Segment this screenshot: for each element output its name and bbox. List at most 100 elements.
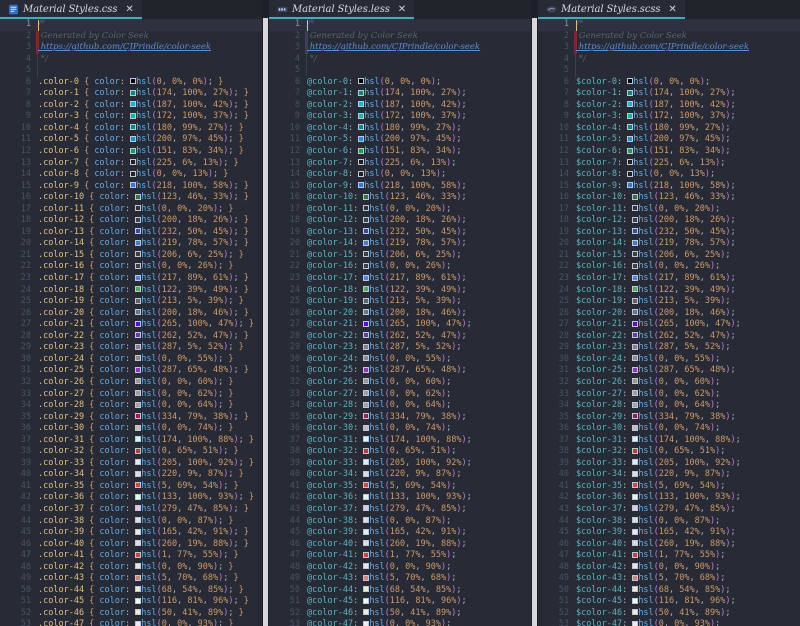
code-line[interactable]: 14 .color-8 { color: hsl(0, 0%, 13%); } — [0, 169, 262, 181]
code-line[interactable]: 15 $color-9: hsl(218, 100%, 58%); — [538, 181, 800, 193]
code-line[interactable]: 29 @color-23: hsl(287, 5%, 52%); — [269, 342, 531, 354]
code-line[interactable]: 38 @color-32: hsl(0, 65%, 51%); — [269, 446, 531, 458]
code-line[interactable]: 42 $color-36: hsl(133, 100%, 93%); — [538, 492, 800, 504]
code-line[interactable]: 21 $color-15: hsl(206, 6%, 25%); — [538, 250, 800, 262]
code-line[interactable]: 45 .color-39 { color: hsl(165, 42%, 91%);… — [0, 527, 262, 539]
code-line[interactable]: 44 $color-38: hsl(0, 0%, 87%); — [538, 516, 800, 528]
code-line[interactable]: 11 $color-5: hsl(200, 97%, 45%); — [538, 134, 800, 146]
code-line[interactable]: 23 @color-17: hsl(217, 89%, 61%); — [269, 273, 531, 285]
code-line[interactable]: 15 @color-9: hsl(218, 100%, 58%); — [269, 181, 531, 193]
code-line[interactable]: 42 .color-36 { color: hsl(133, 100%, 93%)… — [0, 492, 262, 504]
code-line[interactable]: 33 @color-27: hsl(0, 0%, 62%); — [269, 389, 531, 401]
code-line[interactable]: 8 @color-2: hsl(187, 100%, 42%); — [269, 100, 531, 112]
code-line[interactable]: 37 .color-31 { color: hsl(174, 100%, 88%)… — [0, 435, 262, 447]
code-line[interactable]: 24 $color-18: hsl(122, 39%, 49%); — [538, 285, 800, 297]
code-line[interactable]: 49 .color-43 { color: hsl(5, 70%, 68%); } — [0, 573, 262, 585]
code-line[interactable]: 9 @color-3: hsl(172, 100%, 37%); — [269, 111, 531, 123]
code-line[interactable]: 13 $color-7: hsl(225, 6%, 13%); — [538, 158, 800, 170]
code-line[interactable]: 41 @color-35: hsl(5, 69%, 54%); — [269, 481, 531, 493]
code-line[interactable]: 19 $color-13: hsl(232, 50%, 45%); — [538, 227, 800, 239]
code-line[interactable]: 24 .color-18 { color: hsl(122, 39%, 49%);… — [0, 285, 262, 297]
code-line[interactable]: 3 https://github.com/CJPrindle/color-see… — [0, 42, 262, 54]
code-line[interactable]: 5 — [538, 65, 800, 77]
code-line[interactable]: 31 $color-25: hsl(287, 65%, 48%); — [538, 365, 800, 377]
code-line[interactable]: 6 $color-0: hsl(0, 0%, 0%); — [538, 77, 800, 89]
code-line[interactable]: 16 $color-10: hsl(123, 46%, 33%); — [538, 192, 800, 204]
code-line[interactable]: 7 @color-1: hsl(174, 100%, 27%); — [269, 88, 531, 100]
code-line[interactable]: 22 @color-16: hsl(0, 0%, 26%); — [269, 261, 531, 273]
code-line[interactable]: 53 $color-47: hsl(0, 0%, 93%); — [538, 619, 800, 626]
code-line[interactable]: 28 @color-22: hsl(262, 52%, 47%); — [269, 331, 531, 343]
code-line[interactable]: 36 $color-30: hsl(0, 0%, 74%); — [538, 423, 800, 435]
code-line[interactable]: 37 @color-31: hsl(174, 100%, 88%); — [269, 435, 531, 447]
tab-material-styles-css[interactable]: Material Styles.css ✕ — [0, 0, 142, 19]
code-line[interactable]: 17 $color-11: hsl(0, 0%, 20%); — [538, 204, 800, 216]
code-line[interactable]: 16 @color-10: hsl(123, 46%, 33%); — [269, 192, 531, 204]
code-line[interactable]: 39 @color-33: hsl(205, 100%, 92%); — [269, 458, 531, 470]
code-line[interactable]: 40 @color-34: hsl(220, 9%, 87%); — [269, 469, 531, 481]
code-line[interactable]: 9 .color-3 { color: hsl(172, 100%, 37%); … — [0, 111, 262, 123]
code-line[interactable]: 50 @color-44: hsl(68, 54%, 85%); — [269, 585, 531, 597]
code-line[interactable]: 23 .color-17 { color: hsl(217, 89%, 61%);… — [0, 273, 262, 285]
code-line[interactable]: 47 $color-41: hsl(1, 77%, 55%); — [538, 550, 800, 562]
code-editor-css[interactable]: 1/* 2 Generated by Color Seek 3 https://gi… — [0, 19, 262, 626]
code-line[interactable]: 31 @color-25: hsl(287, 65%, 48%); — [269, 365, 531, 377]
code-line[interactable]: 2 Generated by Color Seek — [538, 31, 800, 43]
scrollbar-less[interactable] — [532, 18, 537, 626]
code-line[interactable]: 27 $color-21: hsl(265, 100%, 47%); — [538, 319, 800, 331]
code-line[interactable]: 45 @color-39: hsl(165, 42%, 91%); — [269, 527, 531, 539]
code-line[interactable]: 40 $color-34: hsl(220, 9%, 87%); — [538, 469, 800, 481]
code-line[interactable]: 21 .color-15 { color: hsl(206, 6%, 25%); … — [0, 250, 262, 262]
code-line[interactable]: 28 .color-22 { color: hsl(262, 52%, 47%);… — [0, 331, 262, 343]
code-line[interactable]: 24 @color-18: hsl(122, 39%, 49%); — [269, 285, 531, 297]
code-line[interactable]: 10 $color-4: hsl(180, 99%, 27%); — [538, 123, 800, 135]
code-line[interactable]: 3 https://github.com/CJPrindle/color-see… — [538, 42, 800, 54]
code-line[interactable]: 34 .color-28 { color: hsl(0, 0%, 64%); } — [0, 400, 262, 412]
code-editor-less[interactable]: 1/* 2 Generated by Color Seek 3 https://gi… — [269, 19, 531, 626]
code-line[interactable]: 19 .color-13 { color: hsl(232, 50%, 45%);… — [0, 227, 262, 239]
code-line[interactable]: 14 $color-8: hsl(0, 0%, 13%); — [538, 169, 800, 181]
code-line[interactable]: 53 @color-47: hsl(0, 0%, 93%); — [269, 619, 531, 626]
code-line[interactable]: 34 @color-28: hsl(0, 0%, 64%); — [269, 400, 531, 412]
code-line[interactable]: 14 @color-8: hsl(0, 0%, 13%); — [269, 169, 531, 181]
code-line[interactable]: 23 $color-17: hsl(217, 89%, 61%); — [538, 273, 800, 285]
code-line[interactable]: 52 .color-46 { color: hsl(50, 41%, 89%); … — [0, 608, 262, 620]
code-line[interactable]: 51 $color-45: hsl(116, 81%, 96%); — [538, 596, 800, 608]
code-line[interactable]: 31 .color-25 { color: hsl(287, 65%, 48%);… — [0, 365, 262, 377]
code-line[interactable]: 50 $color-44: hsl(68, 54%, 85%); — [538, 585, 800, 597]
code-line[interactable]: 18 .color-12 { color: hsl(200, 18%, 26%);… — [0, 215, 262, 227]
code-line[interactable]: 51 .color-45 { color: hsl(116, 81%, 96%);… — [0, 596, 262, 608]
code-line[interactable]: 9 $color-3: hsl(172, 100%, 37%); — [538, 111, 800, 123]
code-line[interactable]: 37 $color-31: hsl(174, 100%, 88%); — [538, 435, 800, 447]
code-line[interactable]: 19 @color-13: hsl(232, 50%, 45%); — [269, 227, 531, 239]
code-line[interactable]: 27 .color-21 { color: hsl(265, 100%, 47%)… — [0, 319, 262, 331]
code-line[interactable]: 29 .color-23 { color: hsl(287, 5%, 52%); … — [0, 342, 262, 354]
code-line[interactable]: 1 /* — [0, 19, 262, 31]
code-line[interactable]: 48 .color-42 { color: hsl(0, 0%, 90%); } — [0, 562, 262, 574]
code-line[interactable]: 28 $color-22: hsl(262, 52%, 47%); — [538, 331, 800, 343]
code-line[interactable]: 43 .color-37 { color: hsl(279, 47%, 85%);… — [0, 504, 262, 516]
code-line[interactable]: 5 — [269, 65, 531, 77]
code-line[interactable]: 44 @color-38: hsl(0, 0%, 87%); — [269, 516, 531, 528]
code-line[interactable]: 12 .color-6 { color: hsl(151, 83%, 34%); … — [0, 146, 262, 158]
code-line[interactable]: 13 .color-7 { color: hsl(225, 6%, 13%); } — [0, 158, 262, 170]
code-line[interactable]: 16 .color-10 { color: hsl(123, 46%, 33%);… — [0, 192, 262, 204]
code-line[interactable]: 8 .color-2 { color: hsl(187, 100%, 42%); … — [0, 100, 262, 112]
code-line[interactable]: 2 Generated by Color Seek — [0, 31, 262, 43]
code-line[interactable]: 4 */ — [538, 54, 800, 66]
code-line[interactable]: 26 @color-20: hsl(200, 18%, 46%); — [269, 308, 531, 320]
code-line[interactable]: 20 .color-14 { color: hsl(219, 78%, 57%);… — [0, 238, 262, 250]
code-line[interactable]: 1 /* — [269, 19, 531, 31]
code-line[interactable]: 40 .color-34 { color: hsl(220, 9%, 87%); … — [0, 469, 262, 481]
code-line[interactable]: 2 Generated by Color Seek — [269, 31, 531, 43]
code-line[interactable]: 11 @color-5: hsl(200, 97%, 45%); — [269, 134, 531, 146]
code-line[interactable]: 25 $color-19: hsl(213, 5%, 39%); — [538, 296, 800, 308]
code-line[interactable]: 30 .color-24 { color: hsl(0, 0%, 55%); } — [0, 354, 262, 366]
code-line[interactable]: 12 @color-6: hsl(151, 83%, 34%); — [269, 146, 531, 158]
code-editor-scss[interactable]: 1/* 2 Generated by Color Seek 3 https://gi… — [538, 19, 800, 626]
code-line[interactable]: 43 $color-37: hsl(279, 47%, 85%); — [538, 504, 800, 516]
code-line[interactable]: 43 @color-37: hsl(279, 47%, 85%); — [269, 504, 531, 516]
code-line[interactable]: 38 $color-32: hsl(0, 65%, 51%); — [538, 446, 800, 458]
code-line[interactable]: 29 $color-23: hsl(287, 5%, 52%); — [538, 342, 800, 354]
close-icon[interactable]: ✕ — [666, 4, 678, 15]
